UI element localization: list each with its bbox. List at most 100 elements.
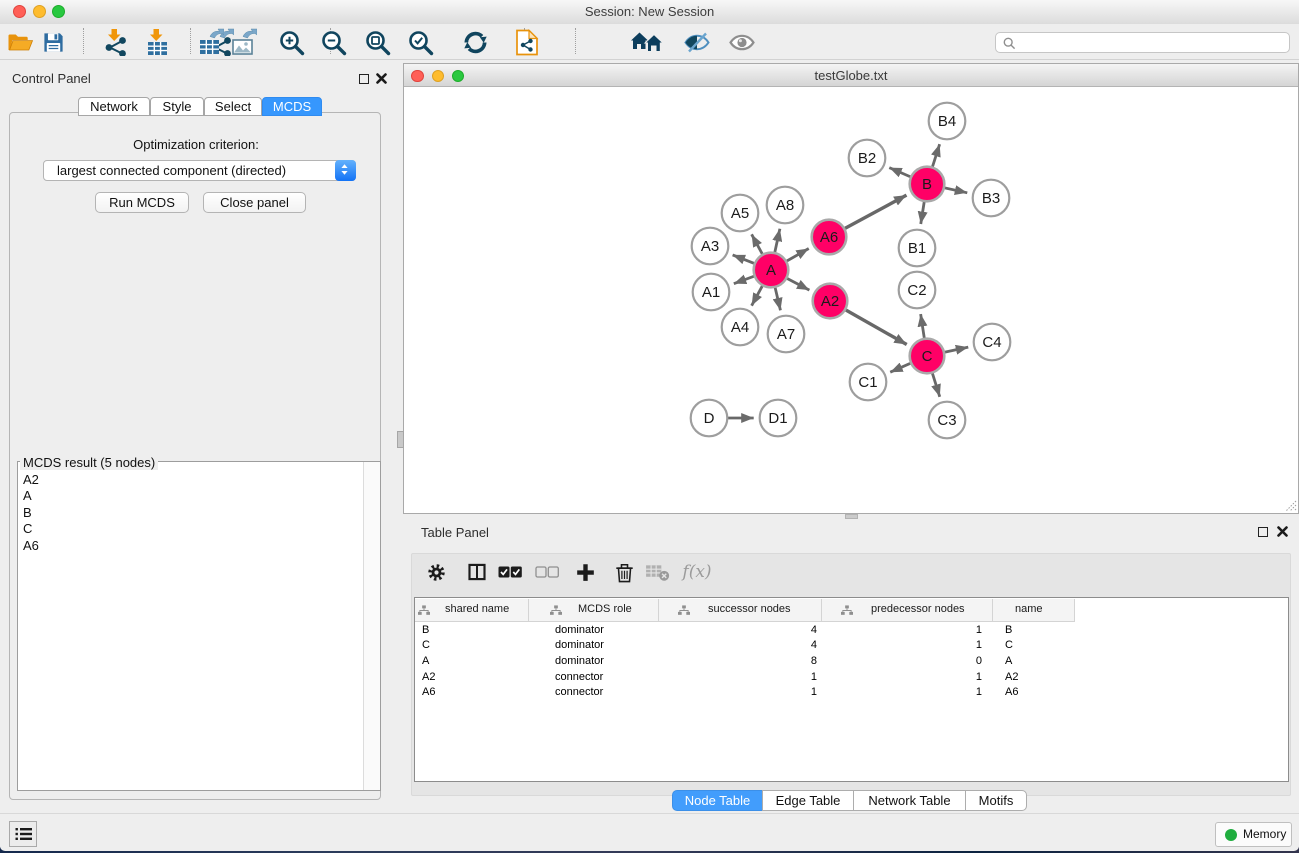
mcds-result-item[interactable]: A [18, 488, 362, 504]
graph-node-label-C: C [922, 348, 933, 365]
run-mcds-button[interactable]: Run MCDS [95, 192, 189, 213]
show-panels-icon[interactable] [728, 28, 756, 56]
mcds-result-item[interactable]: A6 [18, 538, 362, 554]
graph-node-label-A8: A8 [776, 197, 794, 214]
deselect-all-columns-icon[interactable] [533, 558, 561, 586]
criterion-dropdown-value: largest connected component (directed) [57, 163, 286, 178]
search-icon [1003, 37, 1016, 50]
column-header-successor-nodes[interactable]: successor nodes [659, 599, 822, 622]
zoom-fit-icon[interactable] [363, 28, 391, 56]
delete-column-icon[interactable] [610, 558, 638, 586]
zoom-in-icon[interactable] [277, 28, 305, 56]
graph-node-label-B1: B1 [908, 240, 926, 257]
bottom-tab-network-table[interactable]: Network Table [853, 790, 966, 811]
cell-name: B [1005, 623, 1077, 639]
control-panel-tabs: NetworkStyleSelectMCDS [0, 97, 391, 116]
mcds-result-list: A2ABCA6 [18, 472, 362, 554]
cell-MCDS-role: connector [555, 670, 675, 686]
mcds-result-box: A2ABCA6 [17, 461, 381, 791]
table-panel-close-button[interactable] [1277, 526, 1288, 537]
column-header-shared-name[interactable]: shared name [415, 599, 529, 622]
zoom-out-icon[interactable] [319, 28, 347, 56]
table-panel-float-button[interactable] [1258, 527, 1268, 537]
cell-name: A [1005, 654, 1077, 670]
cell-shared-name: A [422, 654, 526, 670]
graph-node-label-D: D [704, 410, 715, 427]
main-titlebar: Session: New Session [0, 0, 1299, 24]
task-history-button[interactable] [9, 821, 37, 847]
control-panel-close-button[interactable] [376, 73, 387, 84]
hide-panels-icon[interactable] [683, 28, 711, 56]
bottom-tab-motifs[interactable]: Motifs [965, 790, 1027, 811]
graph-node-label-B4: B4 [938, 113, 956, 130]
toolbar-separator [83, 28, 84, 54]
graph-node-label-B2: B2 [858, 150, 876, 167]
add-column-icon[interactable] [571, 558, 599, 586]
refresh-icon[interactable] [461, 28, 489, 56]
mcds-result-item[interactable]: B [18, 505, 362, 521]
horizontal-splitter-handle[interactable] [845, 514, 858, 519]
fx-label: f(x) [682, 562, 711, 582]
search-input[interactable] [995, 32, 1290, 53]
export-image-icon[interactable] [229, 28, 257, 56]
save-session-icon[interactable] [39, 28, 67, 56]
column-header-MCDS-role[interactable]: MCDS role [529, 599, 659, 622]
cell-successor-nodes: 1 [659, 670, 817, 686]
main-toolbar [0, 24, 1299, 60]
split-columns-icon[interactable] [463, 558, 491, 586]
select-all-columns-icon[interactable] [496, 558, 524, 586]
home-layout-icon[interactable] [630, 28, 664, 56]
close-panel-button[interactable]: Close panel [203, 192, 306, 213]
zoom-selected-icon[interactable] [406, 28, 434, 56]
graph-node-label-A6: A6 [820, 229, 838, 246]
settings-gear-icon[interactable] [422, 558, 450, 586]
control-panel-title: Control Panel [12, 71, 91, 86]
mcds-panel: Optimization criterion: largest connecte… [9, 112, 381, 800]
control-tab-style[interactable]: Style [150, 97, 204, 116]
graph-node-label-D1: D1 [768, 410, 787, 427]
graph-node-label-A3: A3 [701, 238, 719, 255]
graph-node-label-A1: A1 [702, 284, 720, 301]
cell-successor-nodes: 8 [659, 654, 817, 670]
cell-shared-name: B [422, 623, 526, 639]
clone-network-icon[interactable] [513, 28, 541, 56]
cell-predecessor-nodes: 1 [822, 685, 982, 701]
graph-node-label-A7: A7 [777, 326, 795, 343]
criterion-dropdown[interactable]: largest connected component (directed) [43, 160, 356, 181]
dropdown-spinner-icon[interactable] [335, 160, 356, 181]
function-builder-icon[interactable]: f(x) [677, 558, 717, 586]
cell-MCDS-role: dominator [555, 623, 675, 639]
vertical-splitter-handle[interactable] [397, 431, 404, 448]
graph-node-label-A2: A2 [821, 293, 839, 310]
memory-button[interactable]: Memory [1215, 822, 1292, 847]
graph-node-label-C1: C1 [858, 374, 877, 391]
network-graph[interactable]: B4B2BB3A5A8A6A3B1AA1C2A2A4A7C4CC1C3DD1 [404, 87, 1298, 512]
export-table-icon[interactable] [196, 28, 224, 56]
bottom-tab-node-table[interactable]: Node Table [672, 790, 763, 811]
graph-node-label-A5: A5 [731, 205, 749, 222]
optimization-criterion-label: Optimization criterion: [10, 137, 382, 152]
import-network-icon[interactable] [101, 28, 129, 56]
window-resize-grip[interactable] [1284, 499, 1297, 512]
open-folder-icon[interactable] [6, 28, 34, 56]
delete-table-icon[interactable] [643, 558, 671, 586]
import-table-icon[interactable] [143, 28, 171, 56]
column-header-name[interactable]: name [993, 599, 1075, 622]
mcds-result-item[interactable]: A2 [18, 472, 362, 488]
cell-MCDS-role: dominator [555, 638, 675, 654]
cell-MCDS-role: connector [555, 685, 675, 701]
column-header-predecessor-nodes[interactable]: predecessor nodes [822, 599, 993, 622]
bottom-tab-edge-table[interactable]: Edge Table [762, 790, 854, 811]
cell-successor-nodes: 4 [659, 623, 817, 639]
graph-node-label-B3: B3 [982, 190, 1000, 207]
memory-label: Memory [1243, 827, 1286, 841]
control-panel-float-button[interactable] [359, 74, 369, 84]
control-tab-mcds[interactable]: MCDS [262, 97, 322, 116]
cell-MCDS-role: dominator [555, 654, 675, 670]
mcds-result-scrollbar[interactable] [363, 462, 380, 790]
control-tab-select[interactable]: Select [204, 97, 262, 116]
graph-node-label-C2: C2 [907, 282, 926, 299]
mcds-result-item[interactable]: C [18, 521, 362, 537]
control-tab-network[interactable]: Network [78, 97, 150, 116]
toolbar-separator [575, 28, 576, 54]
